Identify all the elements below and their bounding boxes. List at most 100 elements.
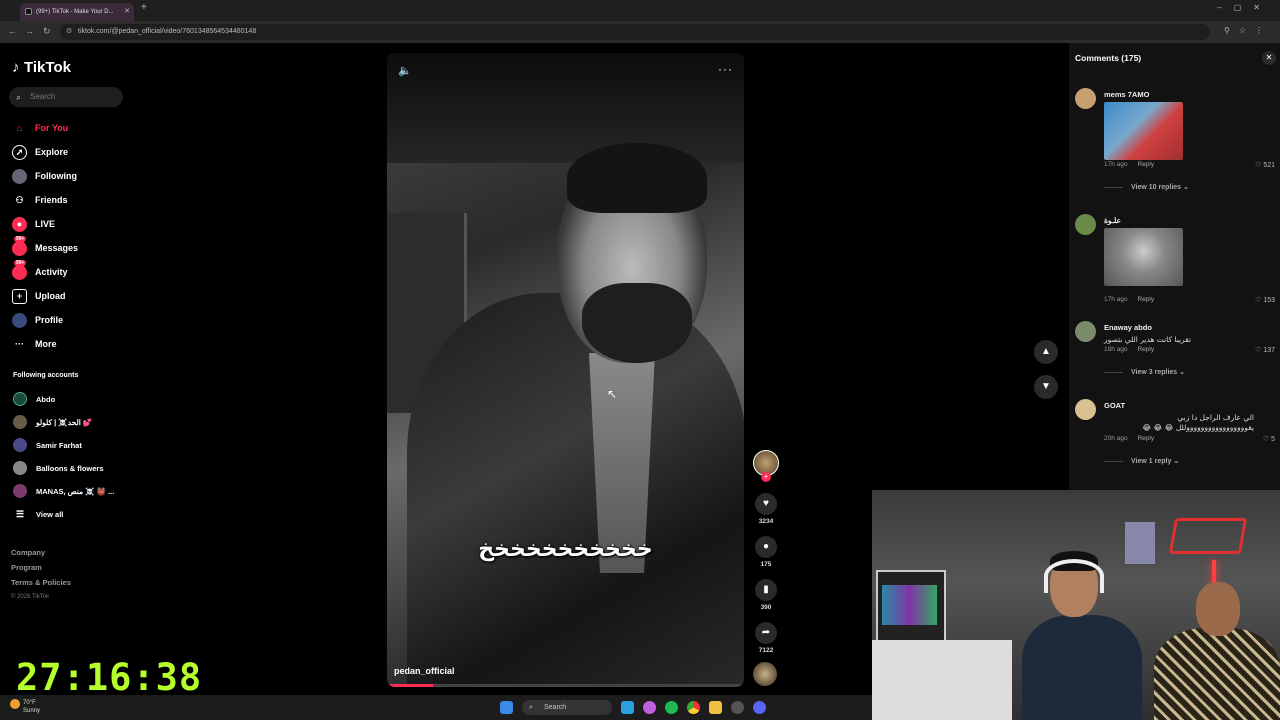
music-disc-icon[interactable]: [753, 662, 777, 686]
copilot-icon[interactable]: [643, 701, 656, 714]
new-tab-button[interactable]: +: [141, 2, 147, 13]
close-comments-button[interactable]: ✕: [1262, 51, 1276, 65]
video-player[interactable]: 🔈 ··· خخخخخخخخخخخ pedan_official: [387, 53, 744, 687]
edge-icon[interactable]: [621, 701, 634, 714]
footer-terms-link[interactable]: Terms & Policies: [11, 575, 71, 590]
volume-icon[interactable]: 🔈: [398, 64, 412, 77]
video-scene-cloak: [407, 293, 744, 687]
reply-link[interactable]: Reply: [1138, 346, 1155, 353]
sidebar: ♪ TikTok ⌕ Search ⌂ For You ➚ Explore Follo…: [0, 43, 140, 695]
comment-image[interactable]: [1104, 228, 1183, 286]
account-item[interactable]: الحد☠️ | كلولو 💕: [13, 414, 92, 430]
comments-panel: Comments (175) ✕ mems 7AMO 17h ago Reply …: [1069, 43, 1280, 490]
account-name: Balloons & flowers: [36, 463, 104, 473]
video-progress-bar[interactable]: [387, 684, 744, 687]
nav-upload[interactable]: + Upload: [12, 287, 66, 305]
home-icon: ⌂: [16, 123, 23, 133]
comment-like-button[interactable]: ♡ 5: [1263, 435, 1275, 443]
view-replies-link[interactable]: View 3 replies ⌄: [1104, 368, 1185, 376]
account-item[interactable]: Samir Farhat: [13, 437, 82, 453]
reply-link[interactable]: Reply: [1138, 435, 1155, 442]
chevron-up-icon: ▲: [1041, 346, 1051, 357]
nav-explore[interactable]: ➚ Explore: [12, 143, 68, 161]
nav-profile[interactable]: Profile: [12, 311, 63, 329]
comment-like-count: 5: [1271, 436, 1275, 443]
nav-more[interactable]: ··· More: [12, 335, 57, 353]
footer-company-link[interactable]: Company: [11, 545, 71, 560]
commenter-avatar[interactable]: [1075, 88, 1096, 109]
commenter-name[interactable]: mems 7AMO: [1104, 90, 1149, 99]
file-explorer-icon[interactable]: [709, 701, 722, 714]
nav-label: More: [35, 339, 57, 349]
comment-like-count: 137: [1263, 347, 1275, 354]
site-info-icon[interactable]: ⚙: [66, 24, 72, 40]
windows-taskbar: 70°F Sunny ⌕ Search: [0, 695, 872, 720]
commenter-name[interactable]: GOAT: [1104, 401, 1125, 410]
view-replies-link[interactable]: View 10 replies ⌄: [1104, 183, 1189, 191]
back-icon[interactable]: ←: [8, 26, 17, 36]
footer-program-link[interactable]: Program: [11, 560, 71, 575]
reply-link[interactable]: Reply: [1138, 161, 1155, 168]
nav-messages[interactable]: 99+ Messages: [12, 235, 78, 257]
more-icon: ···: [15, 339, 24, 349]
nav-following[interactable]: Following: [12, 167, 77, 185]
chrome-icon[interactable]: [687, 701, 700, 714]
tiktok-logo[interactable]: ♪ TikTok: [12, 59, 71, 76]
commenter-name[interactable]: علـوة: [1104, 216, 1121, 225]
more-options-icon[interactable]: ···: [718, 62, 733, 76]
comment-image[interactable]: [1104, 102, 1183, 160]
nav-activity[interactable]: 99+ Activity: [12, 259, 68, 281]
commenter-avatar[interactable]: [1075, 399, 1096, 420]
browser-toolbar-icons[interactable]: ⚲☆⋮: [1224, 26, 1272, 35]
comment-like-button[interactable]: ♡ 153: [1255, 296, 1275, 304]
share-icon: ➦: [755, 622, 777, 644]
window-controls[interactable]: –▢✕: [1217, 3, 1272, 12]
view-replies-label: View 3 replies: [1131, 369, 1178, 376]
desk: [872, 640, 1012, 720]
account-item[interactable]: MANAS, منص ☠️ 👹 ...: [13, 483, 114, 499]
comment-like-button[interactable]: ♡ 521: [1255, 161, 1275, 169]
reload-icon[interactable]: ↻: [43, 26, 51, 37]
like-button[interactable]: ♥ 3234: [753, 493, 779, 525]
avatar: [13, 392, 27, 406]
view-all-link[interactable]: ☰ View all: [13, 506, 63, 522]
nav-label: Friends: [35, 195, 68, 205]
view-replies-link[interactable]: View 1 reply ⌄: [1104, 457, 1179, 465]
commenter-name[interactable]: Enaway abdo: [1104, 323, 1152, 332]
browser-tab-bar: (99+) TikTok - Make Your D... ✕ + –▢✕: [0, 0, 1280, 21]
following-icon: [12, 168, 27, 184]
nav-friends[interactable]: ⚇ Friends: [12, 191, 68, 209]
discord-icon[interactable]: [753, 701, 766, 714]
comment-like-button[interactable]: ♡ 137: [1255, 346, 1275, 354]
share-button[interactable]: ➦ 7122: [753, 622, 779, 654]
close-tab-icon[interactable]: ✕: [124, 3, 130, 21]
previous-video-button[interactable]: ▲: [1034, 340, 1058, 364]
reply-link[interactable]: Reply: [1138, 296, 1155, 303]
taskbar-search[interactable]: ⌕ Search: [522, 700, 612, 715]
weather-widget[interactable]: 70°F Sunny: [10, 699, 40, 715]
commenter-avatar[interactable]: [1075, 321, 1096, 342]
settings-icon[interactable]: [731, 701, 744, 714]
taskbar-apps: ⌕ Search: [500, 700, 766, 715]
comment-item: mems 7AMO 17h ago Reply ♡ 521 View 10 rep…: [1075, 88, 1275, 198]
comment-button[interactable]: ● 175: [753, 536, 779, 568]
nav-for-you[interactable]: ⌂ For You: [12, 119, 68, 137]
neon-logo-sign: [1168, 518, 1248, 554]
url-bar[interactable]: ⚙ tiktok.com/@pedan_official/video/76013…: [60, 24, 1210, 40]
follow-plus-icon[interactable]: +: [761, 472, 771, 482]
nav-live[interactable]: ● LIVE: [12, 215, 55, 233]
commenter-avatar[interactable]: [1075, 214, 1096, 235]
video-author[interactable]: pedan_official: [394, 666, 455, 676]
windows-start-icon[interactable]: [500, 701, 513, 714]
comment-meta: 17h ago Reply: [1104, 161, 1154, 168]
search-input[interactable]: ⌕ Search: [9, 87, 123, 107]
save-button[interactable]: ▮ 390: [753, 579, 779, 611]
browser-tab[interactable]: (99+) TikTok - Make Your D... ✕: [20, 3, 134, 21]
forward-icon[interactable]: →: [25, 26, 34, 36]
heart-icon: ♥: [755, 493, 777, 515]
next-video-button[interactable]: ▼: [1034, 375, 1058, 399]
account-item[interactable]: Balloons & flowers: [13, 460, 104, 476]
account-item[interactable]: Abdo: [13, 391, 55, 407]
spotify-icon[interactable]: [665, 701, 678, 714]
comment-time: 20h ago: [1104, 435, 1128, 442]
